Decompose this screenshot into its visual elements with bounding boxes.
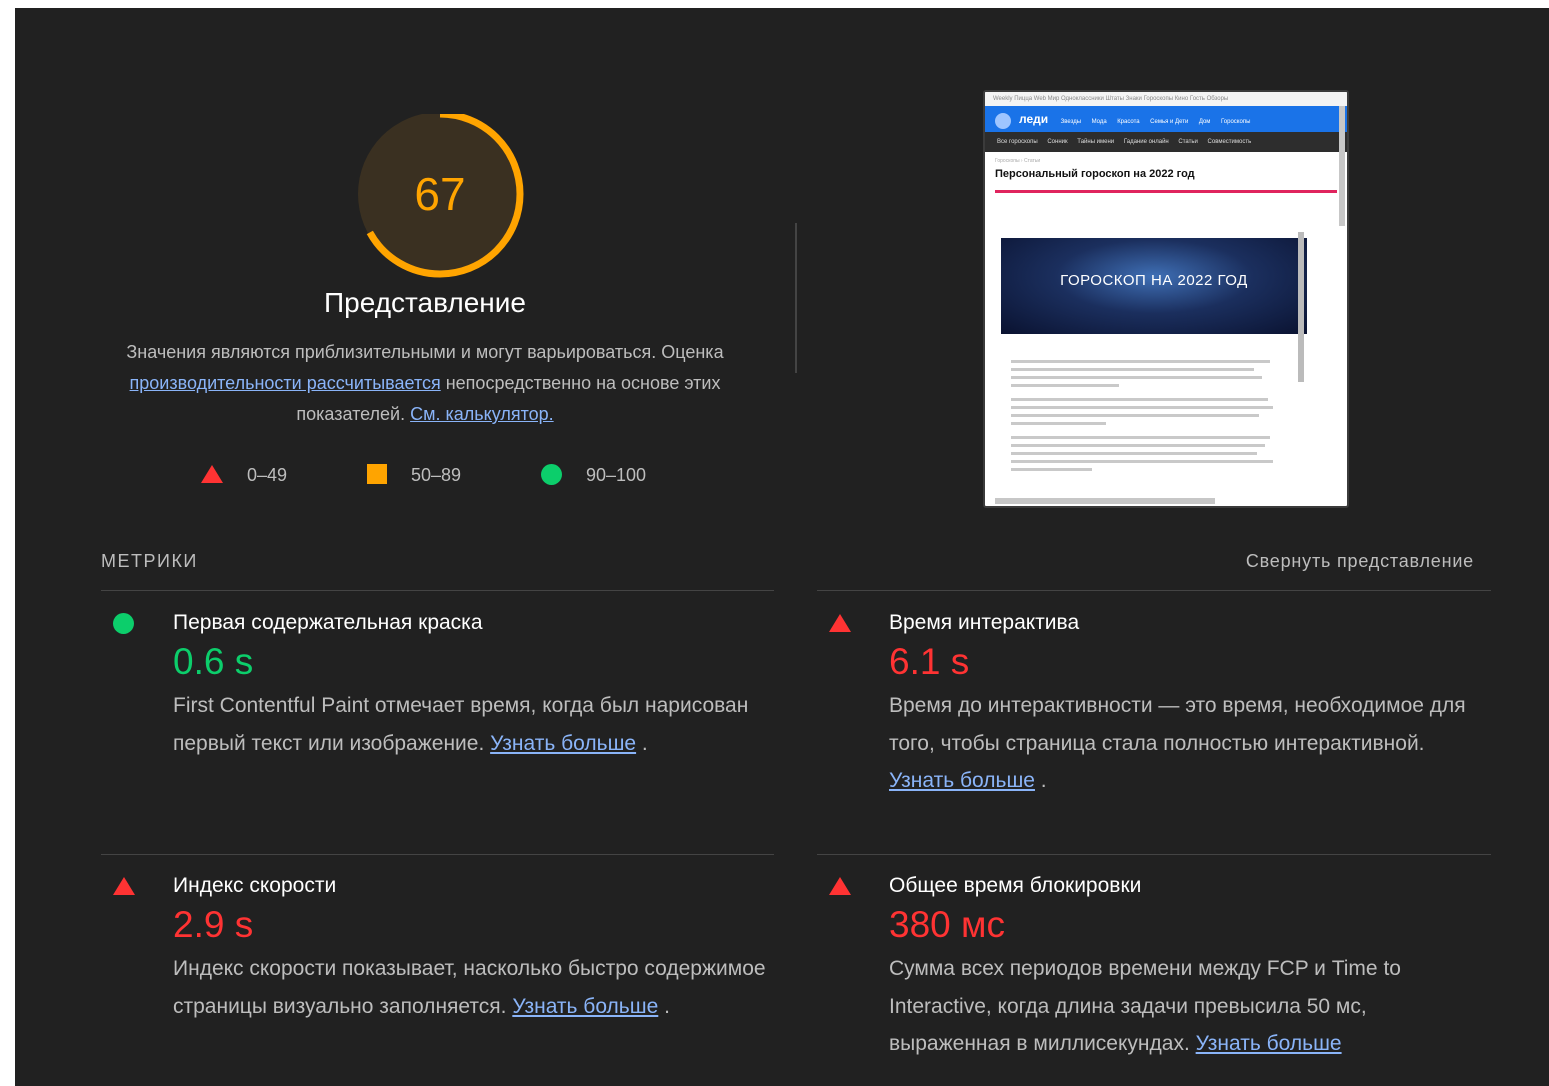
gauge-title: Представление — [324, 287, 526, 318]
fail-triangle-icon — [829, 877, 851, 895]
metric-desc-text: Время до интерактивности — это время, не… — [889, 694, 1466, 755]
metric-desc-text: Индекс скорости показывает, насколько бы… — [173, 957, 766, 1018]
vertical-divider — [795, 223, 797, 373]
metric-desc-tail: . — [658, 994, 670, 1018]
gauge-description: Значения являются приблизительными и мог… — [105, 337, 745, 430]
metric-value: 6.1 s — [889, 641, 970, 682]
metric-desc-tail: . — [636, 731, 648, 755]
page-screenshot[interactable]: Weekly Пицца Web Мир Одноклассники Штаты… — [983, 90, 1349, 508]
thumb-subnav-item: Тайны имени — [1077, 139, 1115, 145]
thumb-nav-item: Красота — [1117, 119, 1140, 125]
thumb-subnav-item: Все гороскопы — [997, 139, 1038, 145]
score-gauge: 67 — [340, 114, 540, 284]
thumb-nav-item: Звезды — [1060, 119, 1082, 125]
learn-more-link[interactable]: Узнать больше — [1196, 1032, 1342, 1055]
thumb-accent-line — [995, 190, 1337, 193]
thumb-subnav-item: Гадание онлайн — [1123, 139, 1169, 145]
thumb-breadcrumb: Гороскопы › Статьи — [995, 158, 1041, 164]
thumb-scrollbar — [1339, 106, 1345, 226]
triangle-icon — [201, 465, 223, 483]
thumb-nav: леди Звезды Мода Красота Семья и Дети До… — [985, 106, 1347, 132]
metrics-divider — [817, 590, 1491, 591]
metric-desc-tail: . — [1034, 769, 1047, 792]
desc-text-1: Значения являются приблизительными и мог… — [126, 342, 724, 362]
metric-description: First Contentful Paint отмечает время, к… — [173, 687, 773, 762]
thumb-banner: ГОРОСКОП НА 2022 ГОД — [1001, 238, 1307, 334]
thumb-inner-scrollbar — [1298, 232, 1304, 382]
thumb-nav-item: Семья и Дети — [1150, 119, 1189, 125]
metric-description: Время до интерактивности — это время, не… — [889, 687, 1489, 800]
learn-more-link[interactable]: Узнать больше — [889, 769, 1035, 792]
thumb-nav-item: Мода — [1091, 119, 1107, 125]
metric-title: Первая содержательная краска — [173, 611, 483, 634]
thumb-subnav-item: Сонник — [1047, 139, 1068, 145]
calculator-link[interactable]: См. калькулятор. — [410, 404, 554, 424]
metric-title: Индекс скорости — [173, 874, 337, 897]
metric-value: 380 мс — [889, 904, 1005, 945]
logo-icon — [995, 112, 1011, 129]
metrics-divider — [817, 854, 1491, 855]
legend-item-average: 50–89 — [367, 460, 461, 490]
fail-triangle-icon — [113, 877, 135, 895]
legend-item-fail: 0–49 — [201, 460, 287, 490]
metric-description: Сумма всех периодов времени между FCP и … — [889, 950, 1489, 1063]
legend-label: 90–100 — [586, 465, 647, 485]
legend-item-pass: 90–100 — [541, 460, 646, 490]
thumb-subnav-item: Совместимость — [1207, 139, 1252, 145]
legend-label: 50–89 — [411, 465, 462, 485]
thumb-subnav-item: Статьи — [1178, 139, 1198, 145]
thumb-banner-text: ГОРОСКОП НА 2022 ГОД — [1060, 272, 1248, 289]
metric-value: 0.6 s — [173, 641, 254, 682]
thumb-horizontal-scrollbar — [995, 498, 1215, 504]
thumb-nav-item: Гороскопы — [1220, 119, 1251, 125]
thumb-subnav: Все гороскопы Сонник Тайны имени Гадание… — [985, 132, 1347, 152]
thumb-text-lines — [1011, 360, 1281, 476]
thumb-logo-text: леди — [1019, 112, 1049, 126]
perf-calc-link[interactable]: производительности рассчитывается — [130, 373, 441, 393]
square-icon — [367, 464, 387, 484]
metric-title: Время интерактива — [889, 611, 1080, 634]
fail-triangle-icon — [829, 614, 851, 632]
metric-description: Индекс скорости показывает, насколько бы… — [173, 950, 773, 1025]
metric-value: 2.9 s — [173, 904, 254, 945]
circle-icon — [541, 464, 562, 485]
performance-panel: 67 Представление Значения являются прибл… — [15, 8, 1549, 1086]
metrics-divider — [101, 590, 774, 591]
learn-more-link[interactable]: Узнать больше — [512, 995, 658, 1018]
metric-title: Общее время блокировки — [889, 874, 1142, 897]
thumb-title: Персональный гороскоп на 2022 год — [995, 168, 1195, 180]
score-value: 67 — [414, 168, 466, 220]
metrics-divider — [101, 854, 774, 855]
pass-circle-icon — [113, 613, 134, 634]
metric-desc-text: First Contentful Paint отмечает время, к… — [173, 694, 749, 755]
learn-more-link[interactable]: Узнать больше — [490, 732, 636, 755]
metrics-heading: МЕТРИКИ — [101, 551, 198, 571]
thumb-topbar: Weekly Пицца Web Мир Одноклассники Штаты… — [985, 92, 1347, 106]
collapse-view-button[interactable]: Свернуть представление — [1246, 551, 1474, 572]
legend-label: 0–49 — [247, 465, 288, 485]
thumb-nav-item: Дом — [1198, 119, 1211, 125]
